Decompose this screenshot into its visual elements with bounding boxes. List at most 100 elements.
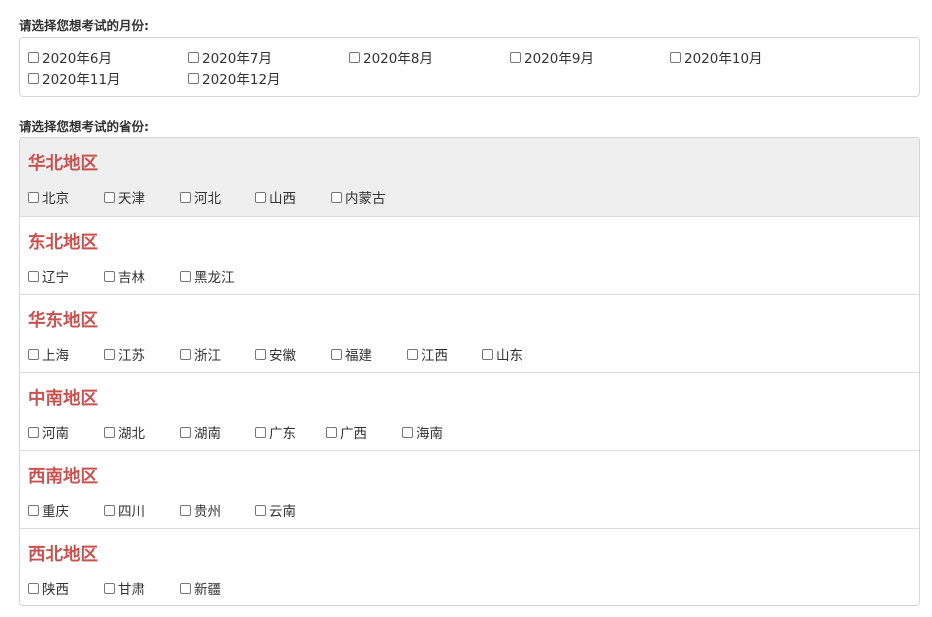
province-option[interactable]: 安徽 [255,345,296,364]
month-option[interactable]: 2020年9月 [510,48,594,67]
month-option[interactable]: 2020年8月 [349,48,433,67]
month-option-label: 2020年6月 [42,51,112,67]
province-option[interactable]: 福建 [331,345,372,364]
province-option[interactable]: 浙江 [180,345,221,364]
province-label: 广西 [340,426,367,442]
checkbox[interactable] [255,191,266,203]
month-option-label: 2020年9月 [524,51,594,67]
month-option[interactable]: 2020年12月 [188,69,281,88]
checkbox[interactable] [255,426,266,438]
region-east-china: 华东地区 上海 江苏 浙江 安徽 福建 江西 山东 [20,294,919,372]
month-option-label: 2020年7月 [202,51,272,67]
checkbox[interactable] [255,504,266,516]
province-label: 山西 [269,191,296,207]
province-option[interactable]: 重庆 [28,501,69,520]
province-option[interactable]: 四川 [104,501,145,520]
province-option[interactable]: 甘肃 [104,579,145,598]
month-option[interactable]: 2020年10月 [670,48,763,67]
checkbox[interactable] [255,348,266,360]
region-southwest: 西南地区 重庆 四川 贵州 云南 [20,450,919,528]
checkbox[interactable] [28,72,39,84]
region-northwest: 西北地区 陕西 甘肃 新疆 [20,528,919,605]
province-option[interactable]: 贵州 [180,501,221,520]
province-option[interactable]: 山东 [482,345,523,364]
province-option[interactable]: 北京 [28,188,69,207]
checkbox[interactable] [104,270,115,282]
checkbox[interactable] [407,348,418,360]
checkbox[interactable] [331,348,342,360]
province-option[interactable]: 湖北 [104,423,145,442]
region-central-south: 中南地区 河南 湖北 湖南 广东 广西 海南 [20,372,919,450]
province-option[interactable]: 上海 [28,345,69,364]
province-option[interactable]: 广东 [255,423,296,442]
month-option[interactable]: 2020年11月 [28,69,121,88]
checkbox[interactable] [188,72,199,84]
month-option-label: 2020年8月 [363,51,433,67]
province-label: 福建 [345,348,372,364]
province-option[interactable]: 山西 [255,188,296,207]
checkbox[interactable] [326,426,337,438]
checkbox[interactable] [188,51,199,63]
month-option-label: 2020年12月 [202,72,281,88]
province-option[interactable]: 广西 [326,423,367,442]
checkbox[interactable] [180,348,191,360]
checkbox[interactable] [104,504,115,516]
province-label: 重庆 [42,504,69,520]
checkbox[interactable] [180,270,191,282]
province-label: 广东 [269,426,296,442]
checkbox[interactable] [670,51,681,63]
province-option[interactable]: 天津 [104,188,145,207]
month-option[interactable]: 2020年6月 [28,48,112,67]
province-label: 江西 [421,348,448,364]
checkbox[interactable] [180,504,191,516]
checkbox[interactable] [28,348,39,360]
region-title: 华北地区 [28,154,98,174]
checkbox[interactable] [104,191,115,203]
province-label: 甘肃 [118,582,145,598]
province-option[interactable]: 黑龙江 [180,267,235,286]
checkbox[interactable] [28,270,39,282]
region-title: 西南地区 [28,467,98,487]
checkbox[interactable] [104,426,115,438]
province-label: 新疆 [194,582,221,598]
province-option[interactable]: 内蒙古 [331,188,386,207]
province-option[interactable]: 新疆 [180,579,221,598]
checkbox[interactable] [28,582,39,594]
province-option[interactable]: 辽宁 [28,267,69,286]
region-northeast: 东北地区 辽宁 吉林 黑龙江 [20,216,919,294]
checkbox[interactable] [180,426,191,438]
province-label: 湖北 [118,426,145,442]
checkbox[interactable] [331,191,342,203]
province-option[interactable]: 海南 [402,423,443,442]
province-option[interactable]: 云南 [255,501,296,520]
checkbox[interactable] [349,51,360,63]
province-option[interactable]: 河北 [180,188,221,207]
province-option[interactable]: 陕西 [28,579,69,598]
checkbox[interactable] [28,191,39,203]
checkbox[interactable] [28,426,39,438]
province-option[interactable]: 湖南 [180,423,221,442]
province-option[interactable]: 吉林 [104,267,145,286]
checkbox[interactable] [482,348,493,360]
checkbox[interactable] [28,504,39,516]
province-option[interactable]: 江苏 [104,345,145,364]
month-option[interactable]: 2020年7月 [188,48,272,67]
province-label: 北京 [42,191,69,207]
province-option[interactable]: 江西 [407,345,448,364]
checkbox[interactable] [104,582,115,594]
province-label: 河北 [194,191,221,207]
province-label: 吉林 [118,270,145,286]
checkbox[interactable] [180,191,191,203]
checkbox[interactable] [402,426,413,438]
region-title: 华东地区 [28,311,98,331]
checkbox[interactable] [180,582,191,594]
province-label: 浙江 [194,348,221,364]
province-label: 黑龙江 [194,270,235,286]
province-options-box: 华北地区 北京 天津 河北 山西 内蒙古 东北地区 辽宁 吉林 黑龙江 华东地区… [19,137,920,606]
province-option[interactable]: 河南 [28,423,69,442]
checkbox[interactable] [104,348,115,360]
checkbox[interactable] [510,51,521,63]
checkbox[interactable] [28,51,39,63]
region-north-china: 华北地区 北京 天津 河北 山西 内蒙古 [20,138,919,216]
region-title: 西北地区 [28,545,98,565]
